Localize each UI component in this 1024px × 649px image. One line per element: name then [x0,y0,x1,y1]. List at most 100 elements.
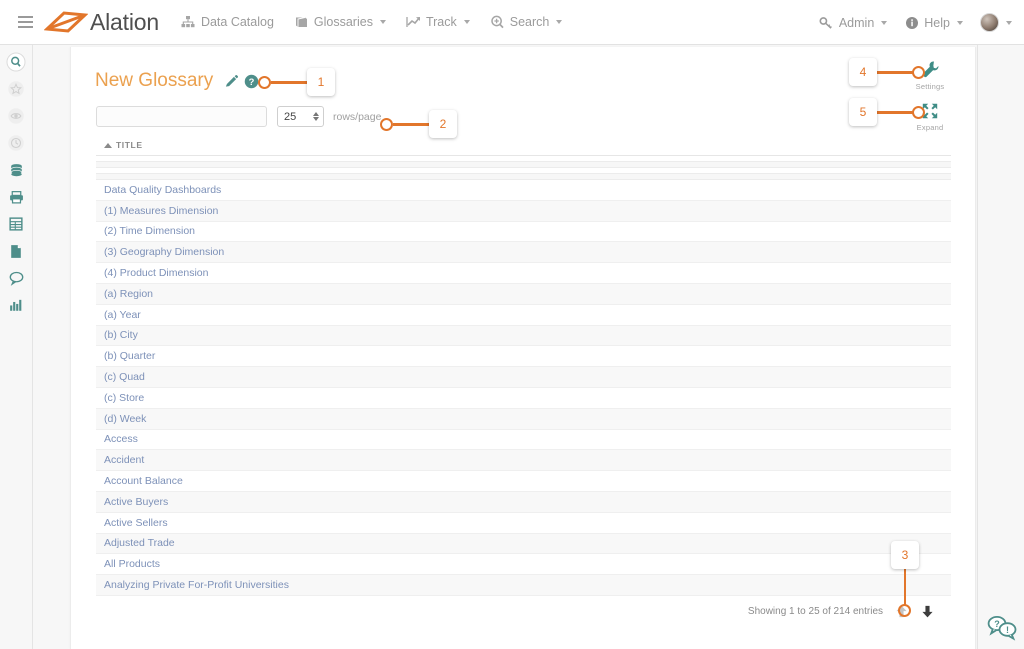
glossary-term-link[interactable]: (b) Quarter [104,350,155,362]
nav-item-glossaries[interactable]: Glossaries [294,15,386,30]
right-sidebar: ? ! [977,45,1024,649]
key-icon [819,15,834,30]
settings-button[interactable]: Settings [903,60,957,91]
sidebar-item-analytics[interactable] [5,294,27,316]
expand-button[interactable]: Expand [903,102,957,132]
sidebar-item-articles[interactable] [5,240,27,262]
brand-logo[interactable]: Alation [44,9,159,36]
table-row[interactable]: (a) Region [96,283,951,305]
folder-icon [9,190,23,203]
sidebar-item-starred[interactable] [5,78,27,100]
table-row[interactable]: (1) Measures Dimension [96,200,951,222]
table-header-title[interactable]: TITLE [96,140,951,156]
table-row[interactable]: All Products [96,554,951,576]
search-circle-icon [6,52,26,72]
glossary-term-link[interactable]: (d) Week [104,413,146,425]
glossary-term-link[interactable]: (a) Year [104,309,141,321]
rows-per-page-label: rows/page [333,110,382,123]
question-circle-icon[interactable]: ? [244,74,259,89]
sidebar-item-tables[interactable] [5,213,27,235]
table-row[interactable]: (b) City [96,325,951,347]
glossary-term-link[interactable]: Data Quality Dashboards [104,184,221,196]
avatar [980,13,999,32]
table-row[interactable]: (3) Geography Dimension [96,242,951,264]
nav-item-data-catalog[interactable]: Data Catalog [181,15,274,30]
table-row[interactable]: Access [96,430,951,451]
glossary-term-link[interactable]: Active Buyers [104,496,168,508]
settings-label: Settings [915,82,945,91]
table-filler-rows [96,156,951,180]
search-input[interactable] [96,106,267,127]
sidebar-item-search[interactable] [5,51,27,73]
annotation-5-badge: 5 [849,98,877,126]
table-row[interactable]: Active Sellers [96,513,951,534]
table-row[interactable]: (a) Year [96,305,951,326]
chat-widget-button[interactable]: ? ! [986,613,1018,641]
glossary-term-link[interactable]: Adjusted Trade [104,537,175,549]
nav-item-label: Glossaries [313,15,373,29]
annotation-1-dot [258,76,271,89]
nav-items: Data Catalog Glossaries Track Search [181,15,563,30]
glossary-term-link[interactable]: (b) City [104,329,138,341]
glossary-term-link[interactable]: (1) Measures Dimension [104,205,218,217]
brand-name: Alation [90,8,159,35]
glossary-term-link[interactable]: (c) Store [104,392,144,404]
table-row[interactable]: Account Balance [96,471,951,492]
alation-mark-icon [44,11,88,33]
sidebar-item-conversations[interactable] [5,267,27,289]
table-row[interactable]: (c) Store [96,388,951,409]
table-icon [9,217,23,231]
search-plus-icon [490,15,505,30]
clock-circle-icon [8,135,24,151]
sidebar-item-watched[interactable] [5,105,27,127]
table-row[interactable]: (b) Quarter [96,346,951,368]
nav-item-track[interactable]: Track [406,15,470,30]
table-row[interactable]: Analyzing Private For-Profit Universitie… [96,575,951,596]
nav-item-label: Search [509,15,550,29]
table-row[interactable]: Data Quality Dashboards [96,180,951,201]
table-row[interactable]: (d) Week [96,408,951,430]
hamburger-icon[interactable] [8,16,42,28]
chevron-down-icon [556,20,563,24]
sitemap-icon [181,15,196,30]
glossary-term-link[interactable]: Access [104,433,138,445]
glossary-term-link[interactable]: Account Balance [104,475,183,487]
nav-item-admin[interactable]: Admin [819,15,888,30]
user-menu[interactable] [980,13,1012,32]
nav-item-label: Data Catalog [200,15,274,29]
entries-summary: Showing 1 to 25 of 214 entries [747,605,883,617]
glossary-term-link[interactable]: (a) Region [104,288,153,300]
pencil-icon[interactable] [224,74,239,89]
annotation-1-badge: 1 [307,68,335,96]
glossary-term-link[interactable]: Analyzing Private For-Profit Universitie… [104,579,289,591]
document-icon [11,244,21,258]
nav-item-help[interactable]: Help [904,15,963,30]
glossary-term-link[interactable]: (c) Quad [104,371,145,383]
glossary-term-link[interactable]: Active Sellers [104,517,168,529]
table-row[interactable]: Accident [96,450,951,472]
glossary-term-link[interactable]: (4) Product Dimension [104,267,208,279]
nav-item-search[interactable]: Search [490,15,563,30]
table-row[interactable]: (4) Product Dimension [96,263,951,284]
table-row[interactable]: Adjusted Trade [96,533,951,555]
sidebar-item-schemas[interactable] [5,186,27,208]
glossary-term-link[interactable]: Accident [104,454,144,466]
left-sidebar [0,45,33,649]
annotation-3-line [903,568,906,606]
arrow-down-icon[interactable] [920,604,935,619]
glossary-panel: New Glossary ? 25 rows/page TITLE Data Q… [70,47,976,649]
comment-icon [9,271,23,286]
table-row[interactable]: (c) Quad [96,367,951,388]
glossary-term-link[interactable]: (3) Geography Dimension [104,246,224,258]
chevron-down-icon [463,20,470,24]
info-circle-icon [904,15,919,30]
sidebar-item-data-sources[interactable] [5,159,27,181]
sidebar-item-recent[interactable] [5,132,27,154]
table-row[interactable]: Active Buyers [96,491,951,513]
rows-per-page-select[interactable]: 25 [277,106,324,127]
glossary-term-link[interactable]: (2) Time Dimension [104,225,195,237]
chat-bubbles-icon: ? ! [987,616,1017,641]
annotation-3-badge: 3 [891,541,919,569]
table-row[interactable]: (2) Time Dimension [96,222,951,243]
glossary-term-link[interactable]: All Products [104,558,160,570]
